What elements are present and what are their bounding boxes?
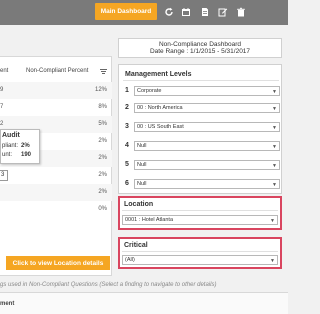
divider — [123, 80, 279, 81]
caret-down-icon: ▼ — [272, 106, 277, 112]
dashboard-title-box: Non-Compliance Dashboard Date Range : 1/… — [118, 38, 282, 58]
caret-down-icon: ▼ — [270, 218, 275, 224]
column-header-percent[interactable]: Non-Compliant Percent — [26, 68, 88, 74]
edit-icon[interactable] — [217, 5, 228, 18]
sort-icon[interactable] — [100, 68, 107, 75]
selected-value: Corporate — [137, 88, 162, 94]
tooltip-value-percent: 2% — [21, 143, 30, 149]
selected-value: 00 : North America — [137, 105, 183, 111]
compliance-table-panel: ent Non-Compliant Percent 9 12% 7 8% 2 5… — [0, 56, 112, 276]
row-percent: 12% — [94, 87, 107, 93]
findings-panel: ment — [0, 292, 288, 314]
main-dashboard-button[interactable]: Main Dashboard — [95, 3, 157, 20]
level-number: 6 — [125, 180, 129, 187]
level-1-select[interactable]: Corporate ▼ — [134, 86, 280, 96]
date-range: Date Range : 1/1/2015 - 5/31/2017 — [149, 48, 251, 55]
selected-value: Null — [137, 143, 147, 149]
selected-value: 00 : US South East — [137, 124, 184, 130]
row-percent: 8% — [98, 104, 107, 110]
management-levels-panel: Management Levels 1 Corporate ▼ 2 00 : No… — [118, 64, 282, 194]
selected-value: Null — [137, 181, 147, 187]
caret-down-icon: ▼ — [270, 258, 275, 264]
tooltip-title: Audit — [2, 132, 20, 139]
level-5-select[interactable]: Null ▼ — [134, 160, 280, 170]
divider — [122, 251, 278, 252]
level-number: 1 — [125, 87, 129, 94]
level-number: 2 — [125, 104, 129, 111]
level-number: 5 — [125, 161, 129, 168]
critical-select[interactable]: (All) ▼ — [122, 255, 278, 265]
column-header-count[interactable]: ent — [0, 68, 8, 74]
caret-down-icon: ▼ — [272, 125, 277, 131]
caret-down-icon: ▼ — [272, 163, 277, 169]
table-row[interactable]: 7 8% — [0, 99, 112, 116]
row-percent: 2% — [98, 189, 107, 195]
level-2-select[interactable]: 00 : North America ▼ — [134, 103, 280, 113]
management-levels-title: Management Levels — [125, 71, 192, 78]
level-number: 4 — [125, 142, 129, 149]
tooltip-label-percent: pliant: — [2, 143, 19, 149]
selected-value: 0001 : Hotel Atlanta — [125, 217, 174, 223]
document-icon[interactable] — [199, 5, 210, 18]
management-level-row: 3 00 : US South East ▼ — [125, 122, 281, 132]
management-level-row: 1 Corporate ▼ — [125, 86, 281, 96]
management-level-row: 5 Null ▼ — [125, 160, 281, 170]
caret-down-icon: ▼ — [272, 89, 277, 95]
table-header: ent Non-Compliant Percent — [0, 66, 112, 80]
refresh-icon[interactable] — [163, 5, 174, 18]
hover-tooltip: Audit pliant: 2% unt: 190 — [0, 129, 40, 164]
management-level-row: 6 Null ▼ — [125, 179, 281, 189]
row-count: 9 — [0, 87, 4, 93]
critical-filter-panel: Critical (All) ▼ — [118, 237, 282, 269]
row-count: 7 — [0, 104, 4, 110]
findings-instructions: gs used in Non-Compliant Questions (Sele… — [0, 282, 217, 288]
level-number: 3 — [125, 123, 129, 130]
findings-column-label: ment — [0, 301, 15, 307]
dashboard-title: Non-Compliance Dashboard — [158, 41, 241, 48]
table-row[interactable]: 3 2% — [0, 167, 112, 184]
view-location-details-button[interactable]: Click to view Location details — [6, 256, 110, 270]
divider — [122, 210, 278, 211]
selected-value: (All) — [125, 257, 135, 263]
level-3-select[interactable]: 00 : US South East ▼ — [134, 122, 280, 132]
level-6-select[interactable]: Null ▼ — [134, 179, 280, 189]
selected-cell[interactable]: 3 — [0, 170, 8, 181]
row-count: 2 — [0, 121, 4, 127]
table-row[interactable]: 0% — [0, 201, 112, 218]
row-percent: 0% — [98, 206, 107, 212]
tooltip-value-count: 190 — [21, 152, 32, 158]
table-row[interactable]: 9 12% — [0, 82, 112, 99]
row-percent: 2% — [98, 155, 107, 161]
critical-title: Critical — [124, 242, 148, 249]
row-percent: 5% — [98, 121, 107, 127]
caret-down-icon: ▼ — [272, 144, 277, 150]
management-level-row: 2 00 : North America ▼ — [125, 103, 281, 113]
table-row[interactable]: 2% — [0, 184, 112, 201]
row-percent: 2% — [98, 172, 107, 178]
row-count: 3 — [1, 172, 5, 178]
selected-value: Null — [137, 162, 147, 168]
row-percent: 2% — [98, 138, 107, 144]
management-level-row: 4 Null ▼ — [125, 141, 281, 151]
location-filter-panel: Location 0001 : Hotel Atlanta ▼ — [118, 196, 282, 230]
calendar-icon[interactable] — [180, 5, 191, 18]
caret-down-icon: ▼ — [272, 182, 277, 188]
tooltip-label-count: unt: — [2, 152, 13, 158]
top-toolbar: Main Dashboard — [0, 0, 288, 25]
location-select[interactable]: 0001 : Hotel Atlanta ▼ — [122, 215, 278, 225]
location-title: Location — [124, 201, 154, 208]
trash-icon[interactable] — [235, 5, 246, 18]
level-4-select[interactable]: Null ▼ — [134, 141, 280, 151]
